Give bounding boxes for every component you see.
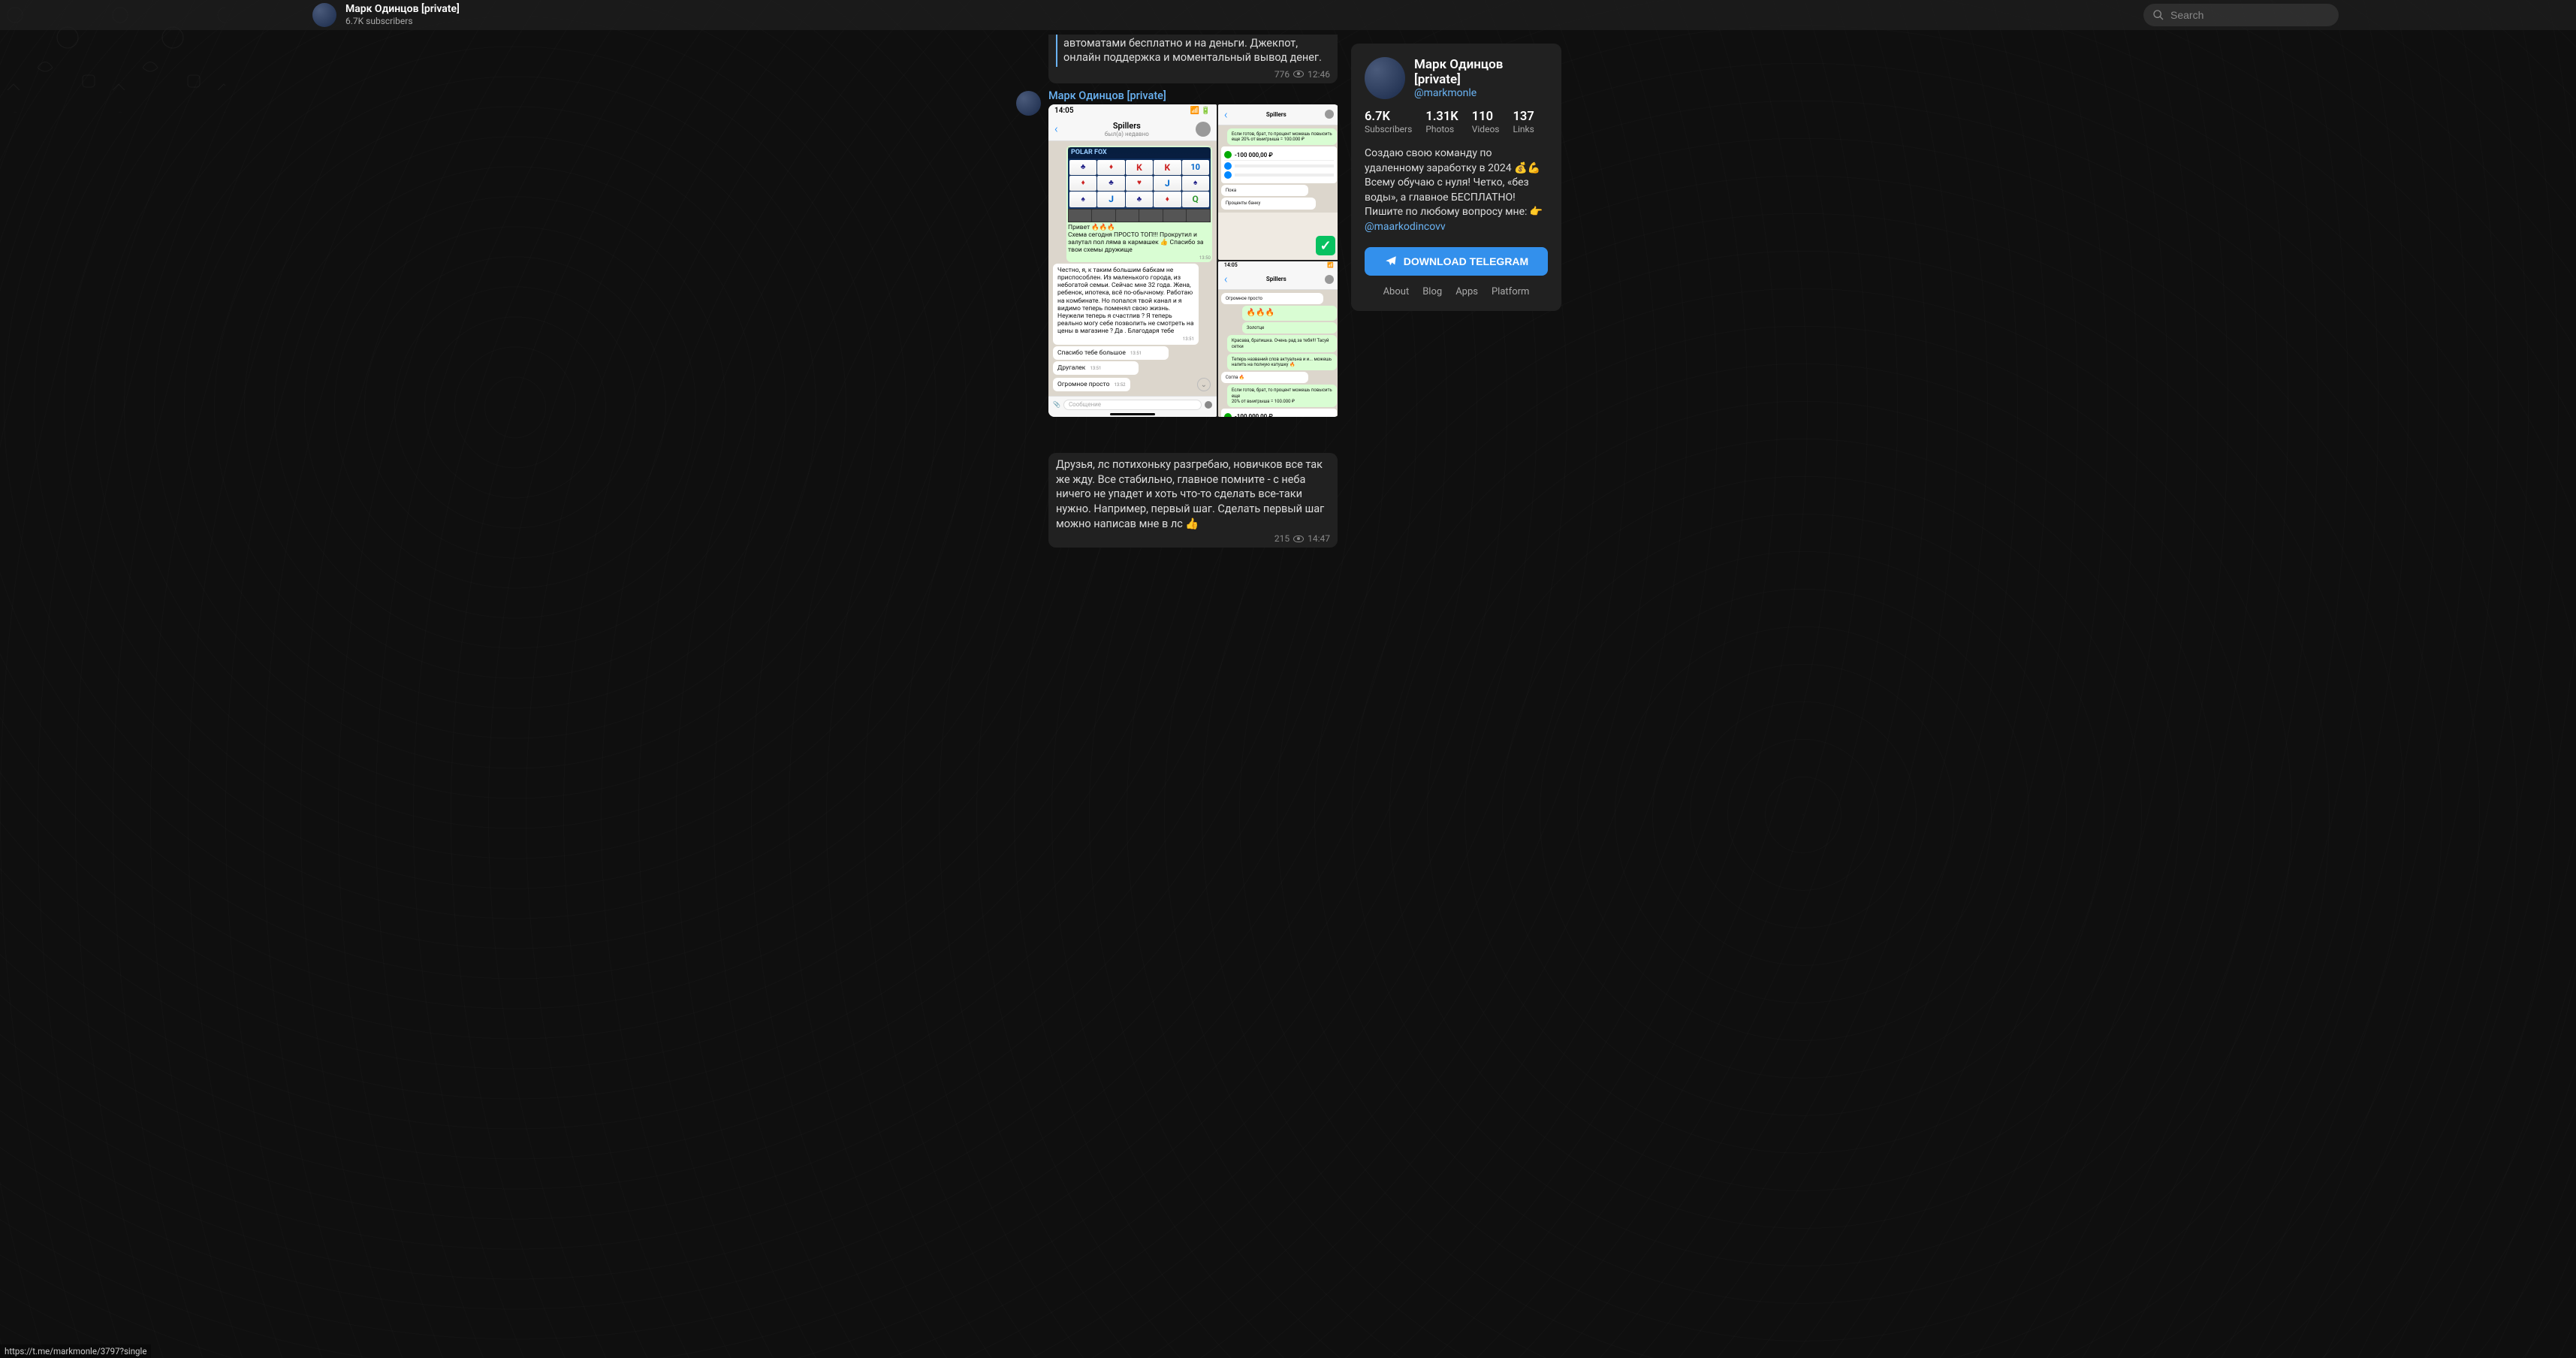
link-apps[interactable]: Apps <box>1455 286 1478 297</box>
message-row: Марк Одинцов [private] 14:05 📶 🔋 <box>1015 89 1338 417</box>
wa-time: 13:52 <box>1115 382 1126 388</box>
views-count: 776 <box>1274 68 1290 80</box>
wa-time: 13:51 <box>1090 366 1101 371</box>
chat-avatar <box>1196 122 1211 137</box>
sidebar-description: Создаю свою команду по удаленному зарабо… <box>1365 146 1548 235</box>
wa-message-text: Огромное просто <box>1057 381 1109 388</box>
chat-status: был(а) недавно <box>1058 131 1196 137</box>
message-time: 12:46 <box>1308 68 1330 80</box>
wa-message-text: Теперь названий слов актуальна и и... мо… <box>1227 354 1337 370</box>
channel-subscribers: 6.7K subscribers <box>345 16 460 26</box>
sassociate-title: Марк Одинцов [private] <box>1414 57 1548 87</box>
slot-reels: ♣♦KK10 ♦♣♥J♠ ♠J♣♦Q <box>1068 158 1211 209</box>
msg-avatar[interactable] <box>1016 91 1041 116</box>
link-blog[interactable]: Blog <box>1422 286 1442 297</box>
wa-message-text: Пока <box>1221 185 1308 196</box>
stat-subscribers[interactable]: 6.7K Subscribers <box>1365 110 1412 134</box>
quoted-text: Официальное онлайн казино вулкан с игров… <box>1063 35 1322 64</box>
download-telegram-button[interactable]: DOWNLOAD TELEGRAM <box>1365 247 1548 276</box>
wa-message-text: Привет 🔥🔥🔥 Схема сегодня ПРОСТО ТОП!!! П… <box>1068 224 1211 255</box>
sender-name[interactable]: Марк Одинцов [private] <box>1048 89 1338 102</box>
wa-time: 13:51 <box>1057 336 1194 342</box>
wa-message-text: Другалек <box>1057 364 1085 372</box>
stat-videos[interactable]: 110 Videos <box>1472 110 1500 134</box>
wa-time: 13:50 <box>1068 255 1211 261</box>
channel-avatar[interactable] <box>312 3 336 27</box>
slot-title: POLAR FOX <box>1068 147 1211 158</box>
mini-amount: -100 000,00 ₽ <box>1235 152 1273 158</box>
stat-photos[interactable]: 1.31K Photos <box>1425 110 1458 134</box>
wa-message-text: Честно, я, к таким большим бабкам не при… <box>1057 267 1194 336</box>
phone-status-time: 14:05 <box>1054 107 1074 115</box>
sidebar-mention-link[interactable]: @maarkodincovv <box>1365 221 1446 233</box>
wa-message-text: Если готов, брат, то процент можешь повы… <box>1227 385 1337 407</box>
views-count: 215 <box>1274 533 1290 545</box>
link-platform[interactable]: Platform <box>1492 286 1529 297</box>
message-row: Официальное онлайн казино вулкан с игров… <box>1015 35 1338 83</box>
scroll-down-icon: ⌄ <box>1197 378 1211 391</box>
wa-message-text: Если готов, брат, то процент можешь повы… <box>1227 128 1337 145</box>
wa-message-text: Согла 🔥 <box>1221 372 1308 383</box>
sidebar-footer-links: About Blog Apps Platform <box>1365 286 1548 297</box>
wa-time: 13:51 <box>1130 351 1142 356</box>
link-about[interactable]: About <box>1383 286 1410 297</box>
wa-message-text: 🔥🔥🔥 <box>1242 306 1337 321</box>
mini-amount: -100 000,00 ₽ <box>1235 413 1273 417</box>
search-icon <box>2152 9 2164 21</box>
sidebar-stats: 6.7K Subscribers 1.31K Photos 110 Videos… <box>1365 110 1548 134</box>
message-row: Друзья, лс потихоньку разгребаю, новичко… <box>1015 453 1338 548</box>
views-icon <box>1293 536 1304 542</box>
wa-message-text: Проценты банку <box>1221 198 1316 209</box>
stat-links[interactable]: 137 Links <box>1513 110 1534 134</box>
views-icon <box>1293 71 1304 77</box>
quoted-preview[interactable]: Официальное онлайн казино вулкан с игров… <box>1056 35 1330 67</box>
photo-attachment[interactable]: 14:05 📶 🔋 ‹ Spillers был(а) недавно <box>1048 104 1338 417</box>
message-bubble[interactable]: Друзья, лс потихоньку разгребаю, новичко… <box>1048 453 1338 548</box>
slot-machine-image: POLAR FOX ♣♦KK10 ♦♣♥J♠ ♠J♣♦Q <box>1068 147 1211 222</box>
search-input[interactable] <box>2170 9 2330 21</box>
search-box[interactable] <box>2143 4 2339 26</box>
sidebar-avatar[interactable] <box>1365 57 1405 99</box>
phone-screenshot-left: 14:05 📶 🔋 ‹ Spillers был(а) недавно <box>1048 104 1217 417</box>
phone-screenshot-top-right: ‹ Spillers Если готов, брат, то процент … <box>1218 104 1338 260</box>
telegram-icon <box>1384 255 1398 268</box>
sidebar-username[interactable]: @markmonle <box>1414 87 1548 99</box>
message-text: Друзья, лс потихоньку разгребаю, новичко… <box>1056 458 1324 530</box>
topbar: Марк Одинцов [private] 6.7K subscribers <box>0 0 2576 30</box>
phone-screenshot-bottom-right: 14:05📶 ‹ Spillers Огромное просто <box>1218 261 1338 417</box>
checkmark-badge: ✓ <box>1316 236 1335 255</box>
message-bubble[interactable]: Официальное онлайн казино вулкан с игров… <box>1048 35 1338 83</box>
status-bar-url: https://t.me/markmonle/3797?single <box>0 1344 151 1358</box>
wa-message-text: Красава, братишка. Очень рад за тебя!!! … <box>1227 335 1337 352</box>
wa-message-text: Золотце <box>1242 322 1337 333</box>
channel-title: Марк Одинцов [private] <box>345 3 460 16</box>
message-feed[interactable]: Официальное онлайн казино вулкан с игров… <box>1015 35 1338 1358</box>
message-time: 14:47 <box>1308 533 1330 545</box>
phone-status-icons: 📶 🔋 <box>1190 107 1210 115</box>
channel-info[interactable]: Марк Одинцов [private] 6.7K subscribers <box>345 3 460 26</box>
wa-message-text: Огромное просто <box>1221 293 1323 304</box>
attach-icon: 📎 <box>1053 401 1060 408</box>
mic-icon <box>1205 401 1212 409</box>
wa-message-text: Спасибо тебе большое <box>1057 349 1126 357</box>
chat-name: Spillers <box>1058 121 1196 131</box>
channel-sidebar: Марк Одинцов [private] @markmonle 6.7K S… <box>1351 44 1561 311</box>
phone-input-placeholder: Сообщение <box>1063 400 1202 410</box>
